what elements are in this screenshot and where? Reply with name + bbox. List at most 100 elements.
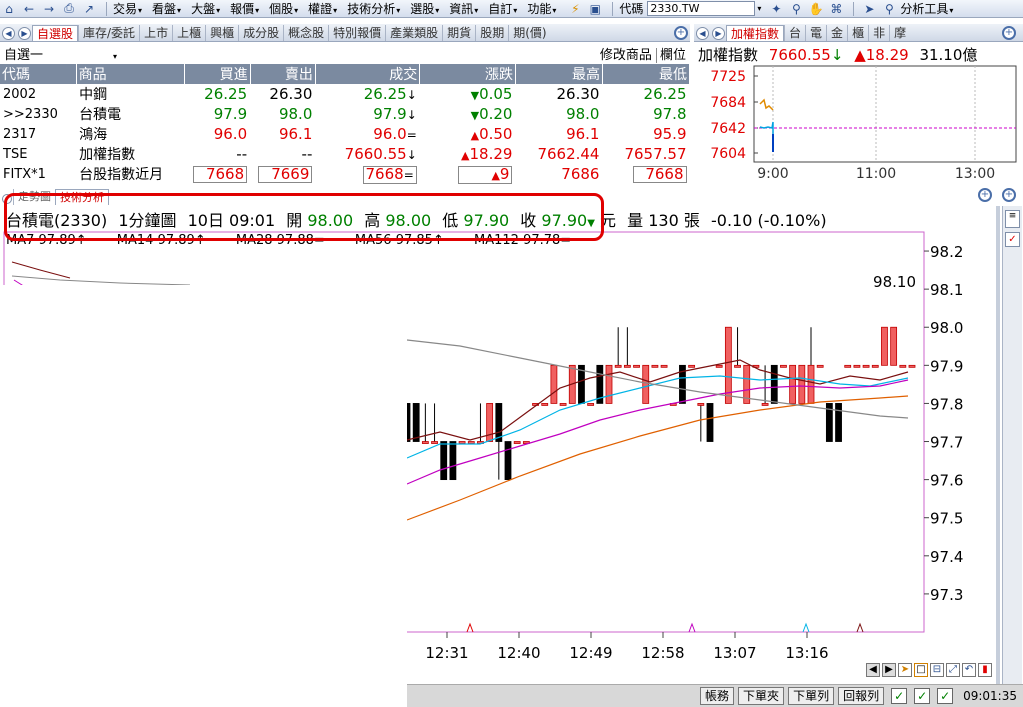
tab-concept[interactable]: 概念股 [283, 25, 328, 41]
tab-watchlist[interactable]: 自選股 [32, 25, 79, 41]
tab-industry[interactable]: 產業類股 [385, 25, 442, 41]
tab-trend-chart[interactable]: 走勢圖 [13, 189, 55, 205]
tag-icon[interactable]: ⌘ [827, 1, 845, 17]
mini-y-tick: 7684 [710, 95, 746, 111]
frame-icon[interactable]: □ [914, 663, 928, 677]
table-row[interactable]: TSE 加權指數 -- -- 7660.55↓ ▲18.29 7662.44 7657.57 [0, 144, 690, 164]
search-icon[interactable]: ⚲ [787, 1, 805, 17]
scroll-left-icon[interactable]: ◀ [866, 663, 880, 677]
tab-taiex[interactable]: 加權指數 [726, 25, 785, 41]
window-icon[interactable]: ▣ [586, 1, 604, 17]
forward-icon[interactable]: → [40, 1, 58, 17]
equal-icon: = [313, 233, 325, 248]
col-last[interactable]: 成交 [315, 64, 421, 84]
tab-technical[interactable]: 技術分析 [55, 189, 109, 205]
account-button[interactable]: 帳務 [700, 687, 735, 705]
analysis-icon[interactable]: ⚲ [880, 1, 898, 17]
order-bar-button[interactable]: 下單列 [788, 687, 835, 705]
col-code[interactable]: 代碼 [0, 64, 77, 84]
bar-chart-icon[interactable]: ▮ [978, 663, 992, 677]
zoom-out-icon[interactable]: ⊟ [930, 663, 944, 677]
prev-tab-icon[interactable]: ◀ [2, 27, 15, 40]
next-tab-icon[interactable]: ▶ [18, 27, 31, 40]
tab-finance[interactable]: 金 [826, 25, 847, 41]
check-icon[interactable]: ✓ [937, 688, 954, 704]
modify-products-button[interactable]: 修改商品 [600, 48, 652, 63]
tab-futures[interactable]: 期貨 [442, 25, 475, 41]
cursor-icon[interactable]: ➤ [860, 1, 878, 17]
tab-msci[interactable]: 摩 [889, 25, 910, 41]
col-high[interactable]: 最高 [515, 64, 603, 84]
col-change[interactable]: 漲跌 [419, 64, 516, 84]
check-icon[interactable]: ✓ [891, 688, 908, 704]
menu-watch[interactable]: 看盤▾ [152, 0, 181, 17]
check-icon[interactable]: ✓ [1005, 232, 1020, 247]
zoom-in-icon[interactable]: + [674, 26, 688, 40]
tab-non-finance[interactable]: 非 [868, 25, 889, 41]
print-icon[interactable]: ⎙ [60, 1, 78, 17]
next-tab-icon[interactable]: ▶ [712, 27, 725, 40]
cell-bid: 26.25 [185, 84, 250, 104]
menu-info[interactable]: 資訊▾ [449, 0, 478, 17]
tab-tai[interactable]: 台 [784, 25, 805, 41]
home-icon[interactable]: ⌂ [0, 1, 18, 17]
splitter[interactable] [996, 206, 1000, 686]
menu-analysis-tool[interactable]: 分析工具▾ [900, 0, 953, 17]
cursor-icon[interactable]: ➤ [898, 663, 912, 677]
fields-button[interactable]: 欄位 [655, 47, 686, 63]
col-bid[interactable]: 買進 [184, 64, 251, 84]
menu-technical[interactable]: 技術分析▾ [347, 0, 400, 17]
undo-icon[interactable]: ↶ [962, 663, 976, 677]
menu-warrant[interactable]: 權證▾ [308, 0, 337, 17]
prev-tab-icon[interactable]: ◀ [696, 27, 709, 40]
zoom-in-icon[interactable]: + [978, 188, 992, 202]
watchlist-select[interactable]: 自選一 ▾ [4, 44, 117, 63]
report-bar-button[interactable]: 回報列 [838, 687, 885, 705]
tab-components[interactable]: 成分股 [238, 25, 283, 41]
tab-otc-index[interactable]: 櫃 [847, 25, 868, 41]
expand-icon[interactable]: ⤢ [946, 663, 960, 677]
toolbar-button[interactable]: ≡ [1005, 210, 1020, 228]
popout-icon[interactable]: ↗ [80, 1, 98, 17]
tab-otc[interactable]: 上櫃 [172, 25, 205, 41]
menu-market[interactable]: 大盤▾ [191, 0, 220, 17]
col-name[interactable]: 商品 [76, 64, 186, 84]
tab-electronics[interactable]: 電 [805, 25, 826, 41]
tab-emerging[interactable]: 興櫃 [205, 25, 238, 41]
table-row[interactable]: >>2330 台積電 97.9 98.0 97.9↓ ▼0.20 98.0 97.8 [0, 104, 690, 124]
eagle-icon[interactable]: ✦ [767, 1, 785, 17]
table-row[interactable]: FITX*1 台股指數近月 7668 7669 7668= ▲9 7686 7668 [0, 164, 690, 184]
candle-body [862, 364, 870, 368]
table-row[interactable]: 2002 中鋼 26.25 26.30 26.25↓ ▼0.05 26.30 26.25 [0, 84, 690, 104]
trend-arrow-icon: = [406, 128, 417, 142]
zoom-in-icon[interactable]: + [1002, 188, 1016, 202]
col-ask[interactable]: 賣出 [250, 64, 316, 84]
code-input[interactable]: 2330.TW [647, 1, 756, 16]
candle-body [605, 364, 613, 404]
candle-body [541, 403, 549, 406]
menu-trade[interactable]: 交易▾ [113, 0, 142, 17]
lightning-icon[interactable]: ⚡ [566, 1, 584, 17]
tab-special[interactable]: 特別報價 [328, 25, 385, 41]
menu-quote[interactable]: 報價▾ [230, 0, 259, 17]
panel-menu-icon[interactable] [2, 194, 12, 204]
col-low[interactable]: 最低 [602, 64, 691, 84]
index-change: ▲18.29 [854, 46, 909, 64]
tab-options[interactable]: 期(價) [508, 25, 550, 41]
menu-screener[interactable]: 選股▾ [410, 0, 439, 17]
back-icon[interactable]: ← [20, 1, 38, 17]
menu-stock[interactable]: 個股▾ [269, 0, 298, 17]
table-row[interactable]: 2317 鴻海 96.0 96.1 96.0= ▲0.50 96.1 95.9 [0, 124, 690, 144]
tab-inventory[interactable]: 庫存/委託 [78, 25, 139, 41]
scroll-right-icon[interactable]: ▶ [882, 663, 896, 677]
order-folder-button[interactable]: 下單夾 [738, 687, 785, 705]
zoom-in-icon[interactable]: + [1002, 26, 1016, 40]
hand-icon[interactable]: ✋ [807, 1, 825, 17]
tab-listed[interactable]: 上市 [139, 25, 172, 41]
menu-custom[interactable]: 自訂▾ [488, 0, 517, 17]
check-icon[interactable]: ✓ [914, 688, 931, 704]
chevron-down-icon[interactable]: ▾ [757, 4, 761, 13]
tab-stock-futures[interactable]: 股期 [475, 25, 508, 41]
candle [605, 364, 613, 404]
menu-function[interactable]: 功能▾ [527, 0, 556, 17]
